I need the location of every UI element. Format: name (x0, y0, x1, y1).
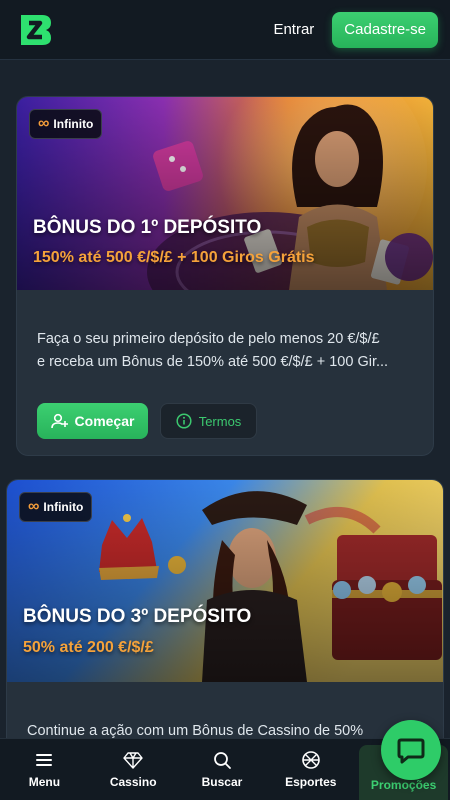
promo-description: Faça o seu primeiro depósito de pelo men… (37, 328, 415, 374)
nav-label: Menu (28, 775, 61, 789)
logo-icon[interactable] (18, 12, 54, 48)
infinity-icon: ∞ (38, 115, 50, 132)
nav-label: Esportes (285, 775, 337, 789)
add-user-icon (50, 413, 68, 429)
chat-icon (397, 738, 425, 764)
diamond-icon (123, 752, 143, 769)
promo-card-first-deposit: ∞ Infinito BÔNUS DO 1º DEPÓSITO 150% até… (16, 96, 434, 456)
start-button-label: Começar (74, 413, 135, 429)
signup-button[interactable]: Cadastre-se (332, 11, 438, 48)
ball-icon (301, 751, 320, 769)
promo-subtitle: 150% até 500 €/$/£ + 100 Giros Grátis (33, 249, 315, 266)
terms-button[interactable]: Termos (160, 403, 257, 439)
nav-label: Promoções (370, 778, 437, 792)
promo-banner: ∞ Infinito BÔNUS DO 1º DEPÓSITO 150% até… (17, 97, 433, 290)
infinite-badge: ∞ Infinito (29, 109, 103, 139)
description-line: e receba um Bônus de 150% até 500 €/$/£ … (37, 354, 389, 370)
promo-banner: ∞ Infinito BÔNUS DO 3º DEPÓSITO 50% até … (7, 480, 443, 682)
chat-button[interactable] (381, 720, 441, 780)
nav-casino[interactable]: Cassino (89, 739, 178, 800)
description-line: Faça o seu primeiro depósito de pelo men… (37, 331, 380, 347)
promo-subtitle: 50% até 200 €/$/£ (23, 639, 154, 656)
nav-label: Buscar (201, 775, 243, 789)
infinity-icon: ∞ (28, 498, 40, 515)
nav-menu[interactable]: Menu (0, 739, 89, 800)
nav-search[interactable]: Buscar (178, 739, 267, 800)
promotions-list: ∞ Infinito BÔNUS DO 1º DEPÓSITO 150% até… (0, 60, 450, 740)
promo-title: BÔNUS DO 3º DEPÓSITO (23, 606, 252, 627)
info-icon (176, 413, 192, 429)
infinite-badge: ∞ Infinito (19, 492, 93, 522)
nav-sports[interactable]: Esportes (266, 739, 355, 800)
badge-label: Infinito (43, 500, 84, 514)
search-icon (214, 752, 231, 769)
description-line: Continue a ação com um Bônus de Cassino … (27, 723, 364, 739)
login-link[interactable]: Entrar (273, 21, 314, 38)
start-button[interactable]: Começar (37, 403, 148, 439)
promo-card-third-deposit: ∞ Infinito BÔNUS DO 3º DEPÓSITO 50% até … (6, 479, 444, 740)
terms-button-label: Termos (198, 413, 242, 429)
badge-label: Infinito (53, 117, 94, 131)
nav-label: Cassino (109, 775, 157, 789)
promo-description: Continue a ação com um Bônus de Cassino … (27, 720, 427, 740)
top-header: Entrar Cadastre-se (0, 0, 450, 60)
hamburger-icon (36, 754, 53, 766)
promo-title: BÔNUS DO 1º DEPÓSITO (33, 217, 262, 238)
